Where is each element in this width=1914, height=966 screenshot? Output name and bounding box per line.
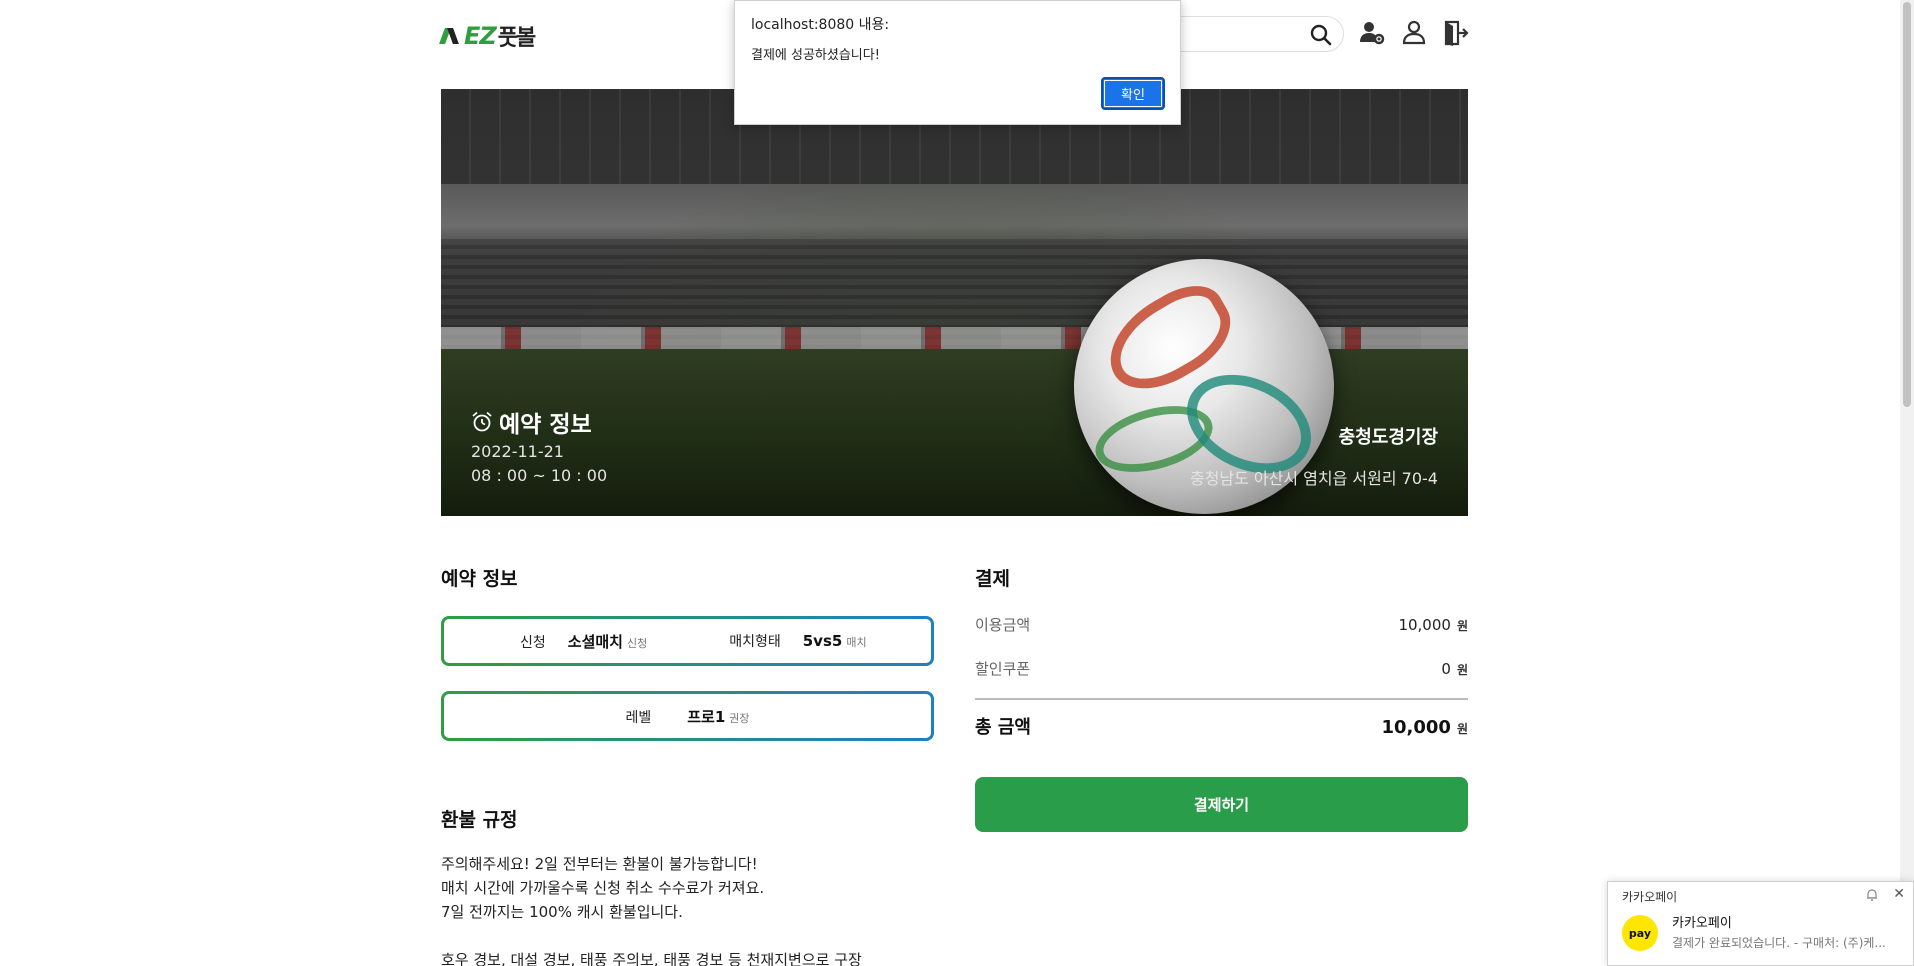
- match-type-info: 매치형태 5vs5 매치: [729, 631, 866, 651]
- refund-line: 주의해주세요! 2일 전부터는 환불이 불가능합니다!: [441, 855, 758, 873]
- refund-policy-text: 주의해주세요! 2일 전부터는 환불이 불가능합니다! 매치 시간에 가까울수록…: [441, 852, 862, 966]
- hero-title: 예약 정보: [471, 405, 592, 439]
- reservation-time: 08 : 00 ~ 10 : 00: [471, 466, 608, 485]
- kakaopay-notification[interactable]: 카카오페이 ✕ pay 카카오페이 결제가 완료되었습니다. - 구매처: (주…: [1607, 881, 1914, 966]
- dialog-ok-button[interactable]: 확인: [1101, 77, 1165, 110]
- total-label: 총 금액: [975, 717, 1031, 738]
- coupon-amount: 0원: [1441, 660, 1468, 678]
- usage-amount-row: 이용금액 10,000 원: [975, 614, 1468, 635]
- refund-line: 7일 전까지는 100% 캐시 환불입니다.: [441, 903, 683, 921]
- toast-title: 카카오페이: [1672, 916, 1732, 931]
- level-info-card: 레벨 프로1 권장: [441, 691, 934, 741]
- page-scrollbar[interactable]: [1900, 0, 1914, 966]
- toast-body: 결제가 완료되었습니다. - 구매처: (주)케...: [1672, 936, 1886, 950]
- refund-line: 호우 경보, 대설 경보, 태풍 주의보, 태풍 경보 등 천재지변으로 구장: [441, 951, 862, 966]
- dialog-message: 결제에 성공하셨습니다!: [751, 48, 880, 63]
- alert-dialog: localhost:8080 내용: 결제에 성공하셨습니다! 확인: [734, 0, 1181, 125]
- user-settings-icon[interactable]: [1357, 18, 1387, 48]
- total-row: 총 금액 10,000 원: [975, 713, 1468, 739]
- logout-icon[interactable]: [1440, 18, 1470, 48]
- user-icon[interactable]: [1399, 18, 1429, 48]
- level-info: 레벨 프로1 권장: [625, 706, 749, 727]
- logo-ez: EZ: [464, 22, 497, 50]
- match-type-label: 매치형태: [729, 634, 781, 650]
- match-type-unit: 매치: [846, 636, 867, 649]
- usage-label: 이용금액: [975, 616, 1031, 634]
- level-value: 프로1: [687, 707, 726, 726]
- coupon-label: 할인쿠폰: [975, 660, 1031, 678]
- scrollbar-thumb[interactable]: [1903, 2, 1911, 407]
- venue-name: 충청도경기장: [1338, 427, 1438, 448]
- bell-icon[interactable]: [1865, 888, 1879, 902]
- level-label: 레벨: [625, 709, 652, 726]
- reservation-date: 2022-11-21: [471, 442, 564, 461]
- hero-banner: 예약 정보 2022-11-21 08 : 00 ~ 10 : 00 충청도경기…: [441, 89, 1468, 516]
- venue-address: 충청남도 아산시 염치읍 서원리 70-4: [1189, 469, 1438, 488]
- apply-unit: 신청: [626, 636, 648, 650]
- coupon-row: 할인쿠폰 0원: [975, 658, 1468, 679]
- apply-info: 신청 소셜매치 신청: [520, 631, 647, 652]
- refund-section-title: 환불 규정: [441, 809, 518, 831]
- kakaopay-logo: pay: [1622, 915, 1658, 951]
- search-icon[interactable]: [1309, 23, 1333, 47]
- logo[interactable]: EZ 풋볼: [440, 20, 537, 52]
- payment-divider: [975, 698, 1468, 700]
- level-unit: 권장: [729, 711, 750, 725]
- hero-title-text: 예약 정보: [499, 412, 592, 438]
- alarm-clock-icon: [472, 411, 492, 432]
- close-icon[interactable]: ✕: [1893, 886, 1905, 902]
- apply-label: 신청: [520, 634, 546, 651]
- toast-app-name: 카카오페이: [1622, 890, 1678, 904]
- match-info-card: 신청 소셜매치 신청 매치형태 5vs5 매치: [441, 616, 934, 666]
- total-amount: 10,000 원: [1381, 717, 1468, 738]
- refund-line: 매치 시간에 가까울수록 신청 취소 수수료가 커져요.: [441, 879, 765, 897]
- logo-word: 풋볼: [497, 26, 537, 51]
- logo-mark-icon: [440, 24, 462, 48]
- pay-button[interactable]: 결제하기: [975, 777, 1468, 832]
- reservation-section-title: 예약 정보: [441, 568, 518, 590]
- dialog-title: localhost:8080 내용:: [751, 17, 890, 33]
- apply-value: 소셜매치: [567, 632, 623, 651]
- payment-section-title: 결제: [975, 568, 1010, 590]
- usage-amount: 10,000 원: [1398, 616, 1468, 634]
- refund-line: [441, 924, 862, 948]
- match-type-value: 5vs5: [802, 632, 843, 650]
